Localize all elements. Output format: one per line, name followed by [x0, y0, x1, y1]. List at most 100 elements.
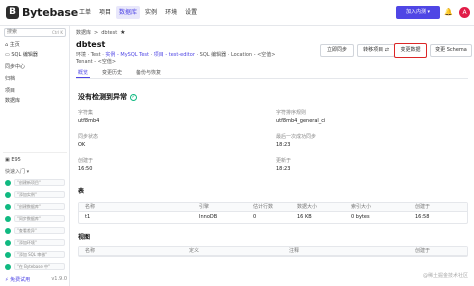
version-number: v1.9.0: [51, 276, 67, 282]
check-icon: [5, 191, 11, 198]
breadcrumb-sep: >: [94, 29, 99, 36]
field-sync-status: 同步状态 OK: [78, 134, 99, 148]
quickstart-item[interactable]: "添加实例": [5, 190, 65, 199]
alter-schema-button[interactable]: 变更 Schema: [430, 44, 472, 57]
breadcrumb-current: dbtest: [101, 29, 118, 36]
db-meta-line: 环境 · Test · 实例 - MySQL Test · 项目 - test-…: [76, 52, 276, 58]
quickstart-item[interactable]: "创建数据库": [5, 202, 65, 211]
nav-project[interactable]: 项目: [96, 6, 114, 19]
watermark: @稀土掘金技术社区: [422, 273, 468, 279]
field-created: 创建于 16:50: [78, 158, 94, 172]
field-collation: 字符排序规则 utf8mb4_general_ci: [276, 110, 326, 124]
transfer-project-button[interactable]: 转移项目 ⇄: [357, 44, 395, 57]
check-icon: [5, 215, 11, 222]
search-input[interactable]: 搜索 Ctrl K: [4, 28, 66, 37]
col-data-size: 数据大小: [297, 204, 318, 210]
tables-section-title: 表: [78, 188, 85, 195]
sidebar-item-sync-center[interactable]: 同步中心: [5, 63, 25, 71]
nav-issue[interactable]: 工单: [76, 6, 94, 19]
sidebar-item-home[interactable]: ⌂ 主页: [5, 41, 20, 49]
sidebar-item-project[interactable]: 项目: [5, 87, 15, 95]
check-circle-icon: ✓: [130, 93, 137, 101]
col-created: 创建于: [415, 248, 431, 254]
col-name: 名称: [85, 204, 96, 210]
field-updated: 更新于 18:23: [276, 158, 292, 172]
tab-backup-restore[interactable]: 备份与恢复: [134, 69, 163, 78]
cell-engine: InnoDB: [199, 214, 218, 220]
logo-text: Bytebase: [22, 6, 78, 19]
tab-change-history[interactable]: 变更历史: [100, 69, 124, 78]
meta-project[interactable]: 项目 - test-editor: [154, 52, 195, 58]
col-definition: 定义: [189, 248, 200, 254]
meta-environment: 环境 · Test: [76, 52, 101, 58]
table-header: 名称 定义 注释 创建于: [79, 247, 467, 256]
tab-bar: 概览 变更历史 备份与恢复: [76, 69, 468, 79]
quickstart-item[interactable]: "添加环境": [5, 238, 65, 247]
bell-icon[interactable]: 🔔: [444, 8, 453, 17]
nav-environment[interactable]: 环境: [162, 6, 180, 19]
table-row[interactable]: t1 InnoDB 0 16 KB 0 bytes 16:58: [79, 212, 467, 223]
views-section-title: 视图: [78, 234, 91, 241]
tab-overview[interactable]: 概览: [76, 69, 91, 78]
check-icon: [5, 251, 11, 258]
sidebar-item-database[interactable]: 数据库: [5, 97, 20, 105]
quickstart-item[interactable]: "同步数据库": [5, 214, 65, 223]
tables-table: 名称 引擎 估计行数 数据大小 索引大小 创建于 t1 InnoDB 0 16 …: [78, 202, 468, 224]
search-placeholder: 搜索: [7, 29, 18, 35]
breadcrumb-parent[interactable]: 数据库: [76, 29, 91, 36]
nav-instance[interactable]: 实例: [142, 6, 160, 19]
health-text: 没有检测到异常: [78, 93, 127, 101]
views-table: 名称 定义 注释 创建于: [78, 246, 468, 257]
env-label: ▣ E95: [5, 157, 21, 163]
col-comment: 注释: [289, 248, 300, 254]
check-icon: [5, 263, 11, 270]
avatar[interactable]: A: [459, 7, 470, 18]
col-index-size: 索引大小: [351, 204, 372, 210]
sidebar-item-archive[interactable]: 归档: [5, 75, 15, 83]
cell-rows: 0: [253, 214, 257, 220]
cell-name: t1: [85, 214, 91, 220]
top-bar: B Bytebase 工单 项目 数据库 实例 环境 设置 加入内测 ▾ 🔔 A: [0, 0, 474, 26]
quickstart-item[interactable]: "查看差异": [5, 226, 65, 235]
star-icon[interactable]: ★: [120, 29, 125, 36]
check-icon: [5, 239, 11, 246]
nav-database[interactable]: 数据库: [116, 6, 141, 19]
alter-data-button[interactable]: 变更数据: [394, 43, 427, 58]
nav-settings[interactable]: 设置: [182, 6, 200, 19]
join-beta-button[interactable]: 加入内测 ▾: [396, 6, 440, 19]
version-row: ⚡ 免费试用 v1.9.0: [5, 276, 67, 283]
col-name: 名称: [85, 248, 96, 254]
col-engine: 引擎: [199, 204, 210, 210]
logo-mark: B: [6, 6, 19, 19]
page-title: dbtest: [76, 40, 106, 49]
top-nav: 工单 项目 数据库 实例 环境 设置: [76, 6, 200, 19]
health-status: 没有检测到异常 ✓: [78, 92, 137, 102]
free-trial-link[interactable]: ⚡ 免费试用: [5, 276, 30, 283]
field-charset: 字符集 utf8mb4: [78, 110, 100, 124]
cell-created: 16:58: [415, 214, 430, 220]
quickstart-item[interactable]: "在 Bytebase 中": [5, 262, 65, 271]
main-content: 数据库 > dbtest ★ dbtest 环境 · Test · 实例 - M…: [70, 26, 474, 286]
quickstart-item[interactable]: "添加 SQL 审核": [5, 250, 65, 259]
check-icon: [5, 203, 11, 210]
logo[interactable]: B Bytebase: [6, 5, 78, 20]
meta-sql-editor[interactable]: SQL 编辑器: [200, 52, 227, 58]
sidebar: 搜索 Ctrl K ⌂ 主页 ▭ SQL 编辑器 同步中心 归档 项目 数据库 …: [0, 26, 70, 286]
col-created: 创建于: [415, 204, 431, 210]
sync-now-button[interactable]: 立即同步: [320, 44, 354, 57]
field-last-sync: 最后一次成功同步 18:23: [276, 134, 317, 148]
check-icon: [5, 179, 11, 186]
table-header: 名称 引擎 估计行数 数据大小 索引大小 创建于: [79, 203, 467, 212]
meta-instance[interactable]: 实例 - MySQL Test: [105, 52, 149, 58]
col-rows: 估计行数: [253, 204, 274, 210]
quickstart-title[interactable]: 快速入门 ▾: [5, 168, 29, 175]
quickstart-item[interactable]: "创建新项目": [5, 178, 65, 187]
overview-fields: 字符集 utf8mb4 字符排序规则 utf8mb4_general_ci 同步状态…: [78, 110, 468, 190]
sidebar-item-sql-editor[interactable]: ▭ SQL 编辑器: [5, 51, 38, 59]
cell-index-size: 0 bytes: [351, 214, 370, 220]
breadcrumb: 数据库 > dbtest ★: [76, 29, 126, 36]
meta-tenant: Tenant - <空值>: [76, 59, 117, 65]
meta-location: Location - <空值>: [230, 52, 276, 58]
cell-data-size: 16 KB: [297, 214, 312, 220]
check-icon: [5, 227, 11, 234]
